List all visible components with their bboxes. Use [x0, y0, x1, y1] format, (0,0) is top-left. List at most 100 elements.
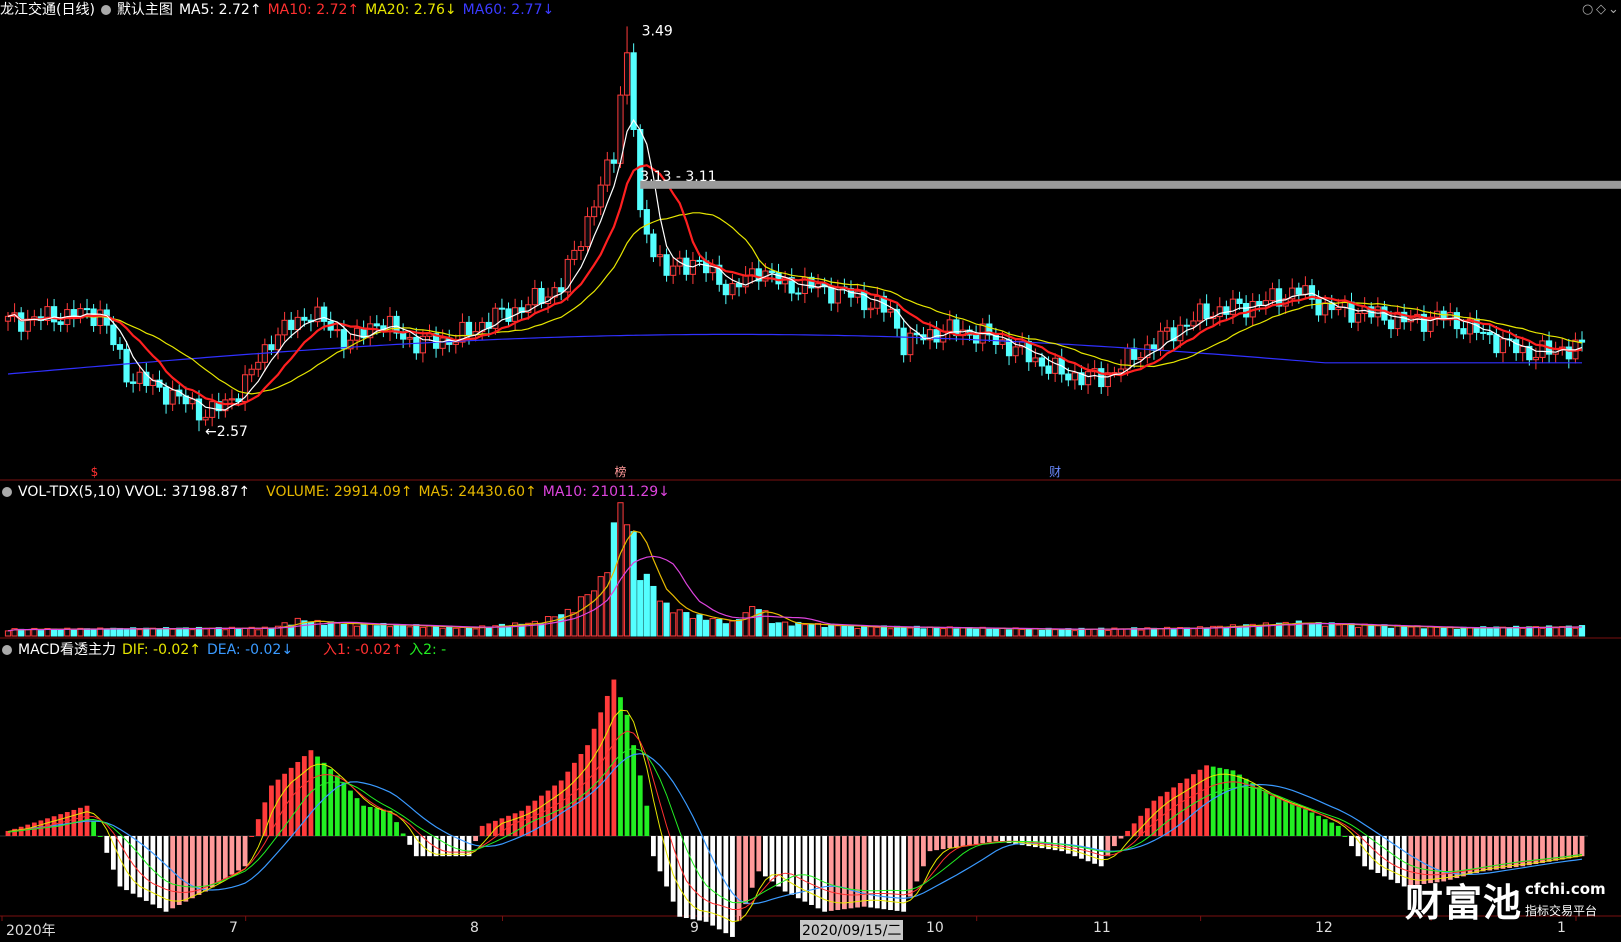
candle-body — [1236, 298, 1243, 304]
macd-bar — [407, 836, 413, 845]
candle-body — [1295, 287, 1302, 295]
candle-body — [597, 184, 604, 208]
volume-bar — [321, 624, 328, 637]
macd-bar — [387, 810, 393, 836]
volume-bar — [380, 622, 387, 637]
candle — [24, 309, 31, 340]
circle-icon[interactable] — [2, 487, 12, 497]
volume-bar — [505, 626, 512, 637]
candle — [176, 384, 183, 405]
stock-title[interactable]: 龙江交通(日线) — [0, 2, 95, 18]
volume-bar — [169, 628, 176, 637]
volume-bar — [584, 594, 591, 637]
macd-bar — [1382, 836, 1387, 877]
volume-bar — [722, 623, 729, 637]
candle-body — [1196, 303, 1204, 322]
candle-body — [591, 206, 598, 218]
candle — [169, 380, 176, 411]
volume-bar — [1354, 626, 1362, 637]
volume-bar — [1420, 628, 1428, 637]
volume-bar — [1328, 622, 1335, 637]
candle-body — [1223, 306, 1230, 315]
candle-body — [630, 52, 637, 131]
macd-bar — [604, 695, 610, 836]
macd-bar — [203, 836, 208, 892]
macd-bar — [1316, 815, 1321, 836]
candle-body — [1229, 298, 1237, 315]
candle — [18, 307, 25, 341]
macd-bar — [1296, 805, 1302, 836]
macd-bar — [618, 697, 623, 836]
volume-bar — [143, 627, 150, 637]
candle — [367, 315, 374, 346]
circle-icon[interactable] — [100, 5, 111, 15]
macd-bar — [196, 836, 202, 895]
high-price-label: 3.49 — [642, 23, 673, 39]
volume-bar — [1381, 624, 1388, 637]
candle-body — [110, 324, 117, 346]
candle-body — [202, 416, 209, 421]
volume-bar — [1539, 627, 1546, 637]
candle — [294, 309, 301, 339]
macd-bar — [1276, 798, 1282, 836]
candle-body — [288, 319, 295, 331]
main-chart-header: 龙江交通(日线) 默认主图 MA5: 2.72↑ MA10: 2.72↑ MA20: 2… — [0, 0, 560, 20]
volume-bar — [419, 626, 427, 637]
volume-bar — [762, 610, 769, 637]
volume-bar — [57, 628, 64, 637]
volume-bar — [1203, 628, 1210, 637]
macd-bar — [1289, 803, 1295, 836]
macd-bar — [736, 836, 742, 921]
candle — [551, 281, 558, 304]
volume-bar — [18, 628, 25, 637]
volume-bar — [209, 627, 216, 637]
candle-body — [400, 332, 407, 340]
stock-chart[interactable]: 3.49 3.13 - 3.11 ←2.57 $ 榜 财 — [0, 0, 1621, 942]
volume-bar — [1019, 628, 1026, 637]
vol-indicator-name[interactable]: VOL-TDX(5,10) — [18, 484, 121, 500]
volume-bar — [735, 619, 743, 637]
circle-icon[interactable] — [2, 645, 12, 655]
volume-bar — [1401, 626, 1408, 637]
candle-body — [656, 254, 664, 258]
candle — [973, 325, 980, 352]
macd-indicator-name[interactable]: MACD看透主力 — [18, 642, 116, 658]
volume-bar — [591, 590, 598, 637]
macd-bar — [460, 836, 465, 857]
volume-bar — [1104, 630, 1111, 637]
candle-body — [1565, 346, 1572, 360]
macd-bar — [222, 836, 228, 879]
candle — [1526, 341, 1533, 366]
candle-body — [248, 368, 255, 376]
volume-bar — [255, 629, 262, 637]
macd-bar — [1230, 770, 1236, 836]
macd-bar — [1480, 836, 1486, 872]
volume-bar — [959, 627, 967, 637]
chevron-down-icon[interactable]: ⌄ — [1608, 2, 1619, 17]
candle-body — [1480, 331, 1487, 334]
candle-body — [294, 316, 301, 331]
macd-bar — [776, 836, 781, 887]
candle-body — [1302, 285, 1309, 295]
volume-bar — [1559, 626, 1566, 637]
macd-bar — [308, 750, 314, 836]
candle — [604, 151, 611, 192]
volume-bar — [1032, 627, 1039, 637]
macd-bar — [275, 779, 281, 836]
macd-bar — [993, 836, 999, 842]
ma5-value: MA5: 2.72↑ — [178, 2, 262, 18]
macd-bar — [1144, 808, 1150, 836]
volume-bar — [1466, 627, 1474, 637]
volume-bar — [294, 617, 301, 637]
candle — [1019, 332, 1026, 355]
macd-bar — [1559, 836, 1565, 860]
volume-bar — [373, 625, 380, 637]
diamond-icon[interactable]: ◇ — [1596, 2, 1606, 17]
circle-icon[interactable]: ○ — [1582, 2, 1593, 17]
volume-bar — [1387, 627, 1395, 637]
volume-bar — [867, 626, 874, 637]
candle — [1374, 297, 1381, 327]
candle — [670, 257, 677, 284]
candle-body — [584, 216, 591, 248]
main-chart-name[interactable]: 默认主图 — [117, 2, 173, 18]
